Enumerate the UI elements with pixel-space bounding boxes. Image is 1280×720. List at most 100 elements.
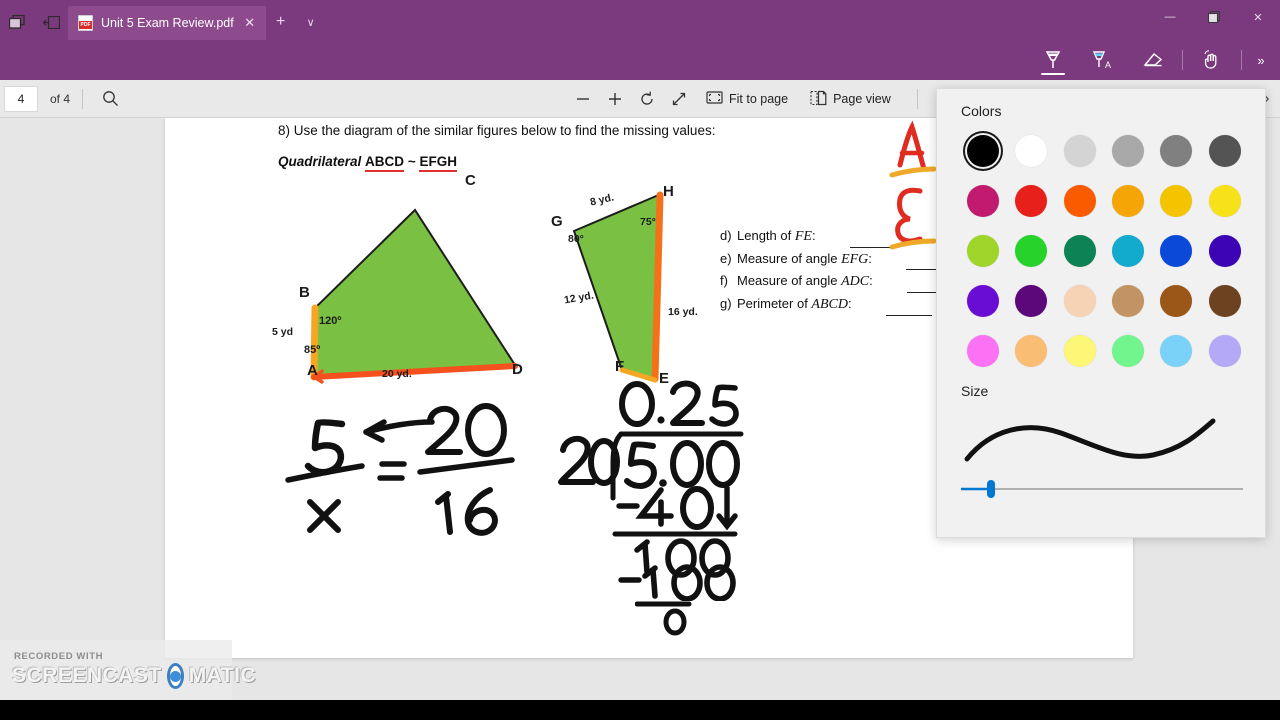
- color-swatch-brown[interactable]: [1152, 281, 1200, 321]
- color-swatch-silver[interactable]: [1104, 131, 1152, 171]
- search-icon[interactable]: [95, 84, 125, 114]
- tab-preview-icon[interactable]: [0, 6, 34, 38]
- touch-writing-tool[interactable]: [1187, 40, 1237, 80]
- answer-blank[interactable]: [850, 247, 896, 248]
- fit-width-icon[interactable]: [666, 85, 692, 113]
- rotate-icon[interactable]: [634, 85, 660, 113]
- color-swatch-dot: [1160, 285, 1192, 317]
- color-swatch-lime[interactable]: [959, 231, 1007, 271]
- set-aside-tabs-icon[interactable]: [34, 6, 68, 38]
- color-swatch-gold[interactable]: [1152, 181, 1200, 221]
- view-tools: Fit to page Page view: [570, 80, 930, 118]
- tab-menu-chevron-icon[interactable]: ∨: [296, 6, 326, 38]
- color-swatch-indigo[interactable]: [1201, 231, 1249, 271]
- video-letterbox: [0, 700, 1280, 720]
- list-item: f) Measure of angle ADC:: [720, 273, 953, 296]
- ink-tool-group: A: [1028, 40, 1246, 80]
- new-tab-button[interactable]: +: [266, 6, 296, 38]
- color-swatch-dot: [967, 285, 999, 317]
- colors-panel-title: Colors: [961, 103, 1001, 119]
- color-swatch-light-yellow[interactable]: [1056, 331, 1104, 371]
- list-item: e) Measure of angle EFG:: [720, 251, 953, 274]
- vertex-label-e: E: [659, 370, 669, 387]
- similarity-prefix: Quadrilateral: [278, 154, 361, 169]
- color-swatch-white[interactable]: [1007, 131, 1055, 171]
- watermark-word-1: SCREENCAST: [12, 664, 162, 688]
- color-swatch-dot: [1064, 335, 1096, 367]
- answer-letter: d): [720, 228, 737, 243]
- pen-tool[interactable]: [1028, 40, 1078, 80]
- color-swatch-dot: [1015, 185, 1047, 217]
- color-swatch-orange[interactable]: [1104, 181, 1152, 221]
- color-swatch-dot: [967, 335, 999, 367]
- divider-2: [917, 89, 918, 109]
- colors-panel: Colors Size: [936, 88, 1266, 538]
- zoom-in-icon[interactable]: [602, 85, 628, 113]
- answer-letter: f): [720, 273, 737, 288]
- ink-more-icon[interactable]: »: [1246, 40, 1276, 80]
- answer-blank[interactable]: [886, 315, 932, 316]
- browser-tab[interactable]: Unit 5 Exam Review.pdf ✕: [68, 6, 266, 40]
- color-swatch-light-gray[interactable]: [1056, 131, 1104, 171]
- color-swatch-pink[interactable]: [959, 331, 1007, 371]
- side-label-he: 16 yd.: [668, 306, 698, 318]
- fit-to-page-label: Fit to page: [729, 92, 788, 106]
- vertex-label-g: G: [551, 213, 563, 230]
- color-swatch-dot: [1064, 235, 1096, 267]
- color-swatch-red[interactable]: [1007, 181, 1055, 221]
- restore-button[interactable]: [1192, 0, 1236, 34]
- color-swatch-orange-red[interactable]: [1056, 181, 1104, 221]
- color-swatch-peach[interactable]: [1056, 281, 1104, 321]
- angle-label-h: 75°: [640, 216, 656, 228]
- color-swatch-teal-green[interactable]: [1056, 231, 1104, 271]
- close-button[interactable]: ✕: [1236, 0, 1280, 34]
- size-section-title: Size: [961, 383, 988, 399]
- color-swatch-cyan[interactable]: [1104, 231, 1152, 271]
- page-number-input[interactable]: 4: [4, 86, 38, 112]
- color-swatch-periwinkle[interactable]: [1201, 331, 1249, 371]
- color-swatch-dark-purple[interactable]: [1007, 281, 1055, 321]
- color-swatch-dot: [1015, 235, 1047, 267]
- vertex-label-c: C: [465, 172, 476, 189]
- color-swatch-blue[interactable]: [1152, 231, 1200, 271]
- zoom-out-icon[interactable]: [570, 85, 596, 113]
- color-swatch-tan[interactable]: [1104, 281, 1152, 321]
- color-swatch-grid: [959, 131, 1249, 371]
- title-bar: Unit 5 Exam Review.pdf ✕ + ∨ — ✕: [0, 0, 1280, 40]
- svg-text:A: A: [1105, 60, 1111, 70]
- fit-to-page-icon: [706, 90, 723, 108]
- tab-close-icon[interactable]: ✕: [242, 15, 258, 31]
- color-swatch-sky-blue[interactable]: [1152, 331, 1200, 371]
- page-view-label: Page view: [833, 92, 891, 106]
- color-swatch-dot: [1160, 135, 1192, 167]
- handwritten-proportion: [280, 398, 530, 538]
- edge-pdf-window: Unit 5 Exam Review.pdf ✕ + ∨ — ✕: [0, 0, 1280, 720]
- size-slider[interactable]: [959, 479, 1243, 499]
- minimize-button[interactable]: —: [1148, 0, 1192, 34]
- page-view-button[interactable]: Page view: [802, 85, 899, 113]
- color-swatch-dot: [1112, 235, 1144, 267]
- color-swatch-violet[interactable]: [959, 281, 1007, 321]
- color-swatch-dot: [1112, 185, 1144, 217]
- side-label-ab: 5 yd: [272, 326, 293, 338]
- eraser-tool[interactable]: [1128, 40, 1178, 80]
- color-swatch-dot: [1209, 185, 1241, 217]
- color-swatch-dark-brown[interactable]: [1201, 281, 1249, 321]
- highlighter-tool[interactable]: A: [1078, 40, 1128, 80]
- color-swatch-gray[interactable]: [1152, 131, 1200, 171]
- color-swatch-black[interactable]: [959, 131, 1007, 171]
- fit-to-page-button[interactable]: Fit to page: [698, 85, 796, 113]
- color-swatch-light-orange[interactable]: [1007, 331, 1055, 371]
- color-swatch-yellow[interactable]: [1201, 181, 1249, 221]
- answer-text: Measure of angle EFG:: [737, 251, 872, 268]
- color-swatch-dot: [1064, 285, 1096, 317]
- question-text: 8) Use the diagram of the similar figure…: [278, 123, 715, 138]
- similarity-tilde: ~: [408, 154, 416, 169]
- pdf-file-icon: [78, 15, 93, 31]
- list-item: d) Length of FE:: [720, 228, 953, 251]
- answer-text: Perimeter of ABCD:: [737, 296, 852, 313]
- color-swatch-dark-gray[interactable]: [1201, 131, 1249, 171]
- color-swatch-green[interactable]: [1007, 231, 1055, 271]
- color-swatch-magenta[interactable]: [959, 181, 1007, 221]
- color-swatch-light-green[interactable]: [1104, 331, 1152, 371]
